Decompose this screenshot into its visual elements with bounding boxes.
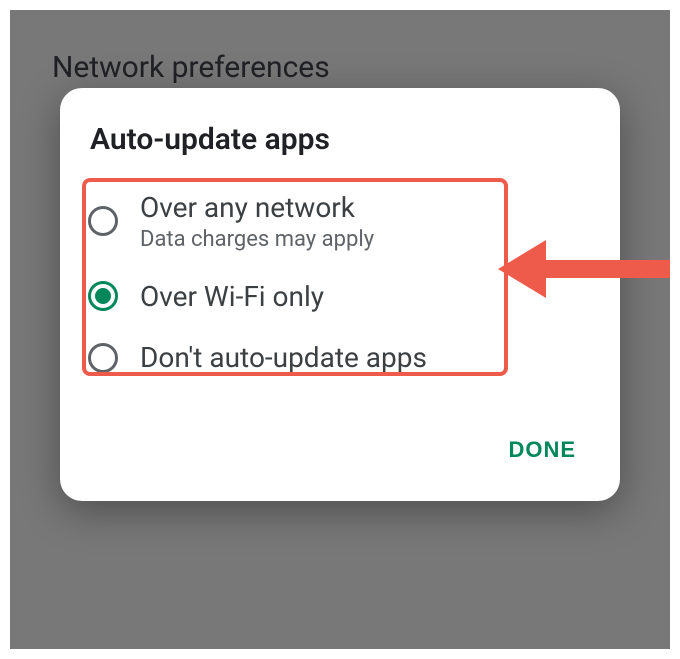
option-over-any-network[interactable]: Over any network Data charges may apply: [88, 177, 592, 266]
auto-update-dialog: Auto-update apps Over any network Data c…: [60, 88, 620, 501]
option-text: Over Wi-Fi only: [140, 280, 324, 314]
option-dont-auto-update[interactable]: Don't auto-update apps: [88, 327, 592, 389]
radio-group: Over any network Data charges may apply …: [60, 177, 620, 389]
dialog-title: Auto-update apps: [60, 122, 620, 177]
background-page-title: Network preferences: [52, 50, 330, 85]
option-label: Over any network: [140, 191, 374, 225]
dialog-actions: DONE: [60, 389, 620, 479]
radio-icon: [88, 281, 118, 311]
option-sublabel: Data charges may apply: [140, 227, 374, 252]
option-text: Over any network Data charges may apply: [140, 191, 374, 252]
radio-icon: [88, 343, 118, 373]
radio-icon: [88, 206, 118, 236]
done-button[interactable]: DONE: [502, 429, 582, 471]
option-text: Don't auto-update apps: [140, 341, 427, 375]
option-label: Don't auto-update apps: [140, 341, 427, 375]
option-over-wifi-only[interactable]: Over Wi-Fi only: [88, 266, 592, 328]
option-label: Over Wi-Fi only: [140, 280, 324, 314]
dialog-backdrop: Network preferences Auto-update apps Ove…: [10, 10, 670, 649]
